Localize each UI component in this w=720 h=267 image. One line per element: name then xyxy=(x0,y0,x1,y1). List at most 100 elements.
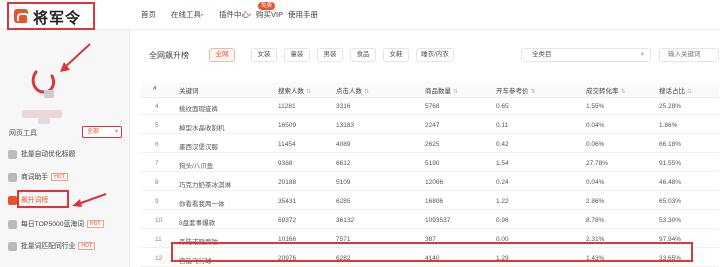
logo-text: 将军令 xyxy=(33,9,82,27)
tab-womens-shoes[interactable]: 女鞋 xyxy=(383,48,409,62)
category-select[interactable]: 全类目 ▾ xyxy=(521,48,651,62)
row-click-count: 6612 xyxy=(336,160,351,167)
annotation-box xyxy=(171,242,693,262)
row-index: 7 xyxy=(155,160,159,167)
row-search-count: 16509 xyxy=(278,122,297,129)
row-search-count: 35431 xyxy=(278,198,297,205)
annotation-arrow-icon xyxy=(72,193,107,207)
main-panel: 全网飙升榜 全网 女装 童装 男装 食品 女鞋 睡衣/内衣 全类目 ▾ 输入关键… xyxy=(131,30,720,267)
table-row[interactable]: 10 8盘套事爆款 69372 36132 1093537 0.96 8.78% 53.30% xyxy=(141,213,719,229)
col-conversion[interactable]: 成交转化率 ⇅ xyxy=(586,85,626,95)
keyword-input[interactable]: 输入关键词 xyxy=(659,48,719,62)
row-index: 8 xyxy=(155,179,159,186)
table-row[interactable]: 4 桃纹面瑕疵裤 11281 3316 5768 0.65 1.55% 25.28% xyxy=(141,99,719,115)
sidebar-item-batch-match[interactable]: 批量词匹配同行业 HOT xyxy=(8,240,95,254)
row-product-count: 2247 xyxy=(425,122,440,129)
col-ad-price[interactable]: 开车参考价 ⇅ xyxy=(496,85,536,95)
chevron-down-icon: ▾ xyxy=(640,51,644,58)
sort-icon[interactable]: ⇅ xyxy=(453,89,458,95)
row-keyword: 狗头/八爪鱼 xyxy=(179,163,214,170)
row-search-ratio: 46.48% xyxy=(659,179,682,186)
row-conversion: 2.86% xyxy=(586,198,605,205)
nav-buy-vip[interactable]: 购买VIP xyxy=(256,9,283,20)
tab-women[interactable]: 女装 xyxy=(251,48,277,62)
nav-manual-label: 使用手册 xyxy=(288,10,318,19)
row-index: 12 xyxy=(155,255,163,262)
logo[interactable]: 将军令 xyxy=(7,2,95,30)
nav-plugin-center[interactable]: 插件中心• xyxy=(219,9,251,20)
row-keyword: 桃纹面瑕疵裤 xyxy=(179,106,218,113)
row-index: 4 xyxy=(155,103,159,110)
tab-kids[interactable]: 童装 xyxy=(284,48,310,62)
row-product-count: 5768 xyxy=(425,103,440,110)
annotation-box xyxy=(17,190,69,208)
row-index: 10 xyxy=(155,217,163,224)
col-product-count[interactable]: 商品数量 ⇅ xyxy=(425,85,458,95)
row-index: 6 xyxy=(155,141,159,148)
sidebar-item-label: 批量自动优化标题 xyxy=(21,151,76,158)
table-row[interactable]: 8 巧克力奶茶冰淇淋 20188 5109 12066 0.24 0.04% 46.48% xyxy=(141,175,719,191)
row-conversion: 27.78% xyxy=(586,160,609,167)
sort-icon[interactable]: ⇅ xyxy=(531,89,536,95)
nav-manual[interactable]: 使用手册 xyxy=(288,9,318,20)
blurred-text xyxy=(38,118,50,124)
row-search-count: 11281 xyxy=(278,103,296,110)
row-ad-price: 0.42 xyxy=(496,141,509,148)
col-click-count[interactable]: 点击人数 ⇅ xyxy=(336,85,369,95)
app-root: 将军令 首页 在线工具• 插件中心• 免费 购买VIP 使用手册 网页工具 全部… xyxy=(0,0,720,267)
sort-icon[interactable]: ⇅ xyxy=(364,89,369,95)
col-search-count[interactable]: 搜索人数 ⇅ xyxy=(278,85,311,95)
tools-filter-select[interactable]: 全部 ▾ xyxy=(82,126,122,138)
table-row[interactable]: 7 狗头/八爪鱼 9388 6612 5190 1.54 27.78% 91.55% xyxy=(141,156,719,172)
sidebar-item-label: 商词助手 xyxy=(21,174,49,181)
hot-badge: HOT xyxy=(51,173,68,182)
top-bar: 将军令 首页 在线工具• 插件中心• 免费 购买VIP 使用手册 xyxy=(0,0,720,30)
tool-icon xyxy=(8,172,17,182)
row-ad-price: 0.96 xyxy=(496,217,509,224)
nav-home[interactable]: 首页 xyxy=(141,9,156,20)
row-search-count: 11454 xyxy=(278,141,296,148)
row-click-count: 4089 xyxy=(336,141,351,148)
row-ad-price: 0.24 xyxy=(496,179,509,186)
row-product-count: 2625 xyxy=(425,141,440,148)
sort-icon[interactable]: ⇅ xyxy=(687,89,692,95)
table-row[interactable]: 9 你看看我两一体 35431 6285 16806 1.22 2.86% 65.03% xyxy=(141,194,719,210)
nav-dot-icon: • xyxy=(249,13,252,19)
row-click-count: 5109 xyxy=(336,179,351,186)
tool-icon xyxy=(8,195,17,205)
table-header: # 关键词 搜索人数 ⇅ 点击人数 ⇅ 商品数量 ⇅ 开车参考价 ⇅ 成交转化率 ⇅ 搜话… xyxy=(141,82,719,98)
row-index: 11 xyxy=(155,236,162,243)
row-ad-price: 0.65 xyxy=(496,103,509,110)
col-search-count-label: 搜索人数 xyxy=(278,88,304,95)
sidebar-item-title-optimize[interactable]: 批量自动优化标题 xyxy=(8,148,75,162)
blurred-text xyxy=(22,110,62,118)
sort-icon[interactable]: ⇅ xyxy=(621,89,626,95)
col-click-count-label: 点击人数 xyxy=(336,88,362,95)
row-search-count: 9388 xyxy=(278,160,293,167)
col-search-ratio[interactable]: 搜话占比 ⇅ xyxy=(659,85,692,95)
blurred-text xyxy=(44,90,54,98)
col-index: # xyxy=(153,85,157,92)
row-search-ratio: 25.28% xyxy=(659,103,682,110)
row-search-count: 20188 xyxy=(278,179,297,186)
row-search-ratio: 1.86% xyxy=(659,122,678,129)
tab-men[interactable]: 男装 xyxy=(317,48,343,62)
table-row[interactable]: 6 墨西汉堡汉服 11454 4089 2625 0.42 0.06% 66.18% xyxy=(141,137,719,153)
category-select-value: 全类目 xyxy=(532,51,552,58)
nav-buy-vip-label: 购买VIP xyxy=(256,10,284,19)
row-conversion: 8.78% xyxy=(586,217,605,224)
sort-icon[interactable]: ⇅ xyxy=(306,89,311,95)
tab-sleepwear[interactable]: 睡衣/内衣 xyxy=(416,48,454,62)
sidebar-item-top5000[interactable]: 每日TOP5000蓝海词 HOT xyxy=(8,218,104,232)
tab-food[interactable]: 食品 xyxy=(350,48,376,62)
nav-online-tools[interactable]: 在线工具• xyxy=(171,9,203,20)
tab-all[interactable]: 全网 xyxy=(209,48,235,62)
page-title: 全网飙升榜 xyxy=(149,51,189,60)
table-row[interactable]: 5 掉型水晶收割机 16509 13183 2247 0.11 0.04% 1.86% xyxy=(141,118,719,134)
sidebar-item-keyword-helper[interactable]: 商词助手 HOT xyxy=(8,171,68,185)
row-product-count: 16806 xyxy=(425,198,444,205)
logo-icon xyxy=(14,9,29,23)
row-conversion: 0.04% xyxy=(586,122,605,129)
row-conversion: 1.55% xyxy=(586,103,605,110)
row-conversion: 0.04% xyxy=(586,179,605,186)
